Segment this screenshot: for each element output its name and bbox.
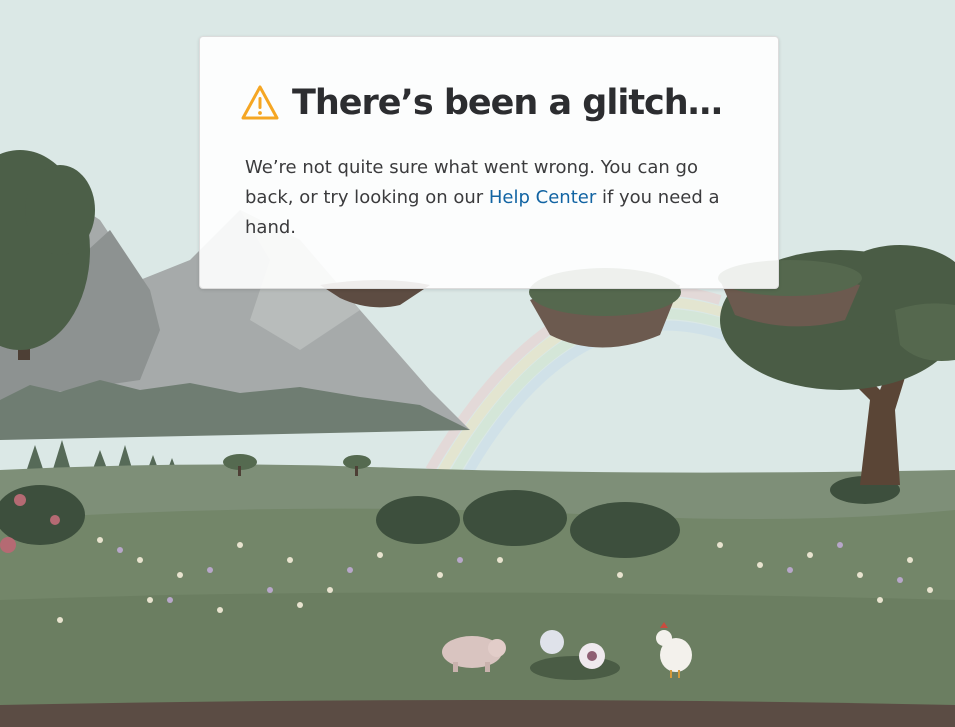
help-center-link[interactable]: Help Center — [489, 187, 596, 208]
error-title: There’s been a glitch… — [292, 83, 723, 123]
warning-icon — [240, 83, 280, 123]
error-card: There’s been a glitch… We’re not quite s… — [199, 36, 779, 289]
error-header: There’s been a glitch… — [240, 81, 723, 125]
error-message: We’re not quite sure what went wrong. Yo… — [245, 153, 725, 243]
